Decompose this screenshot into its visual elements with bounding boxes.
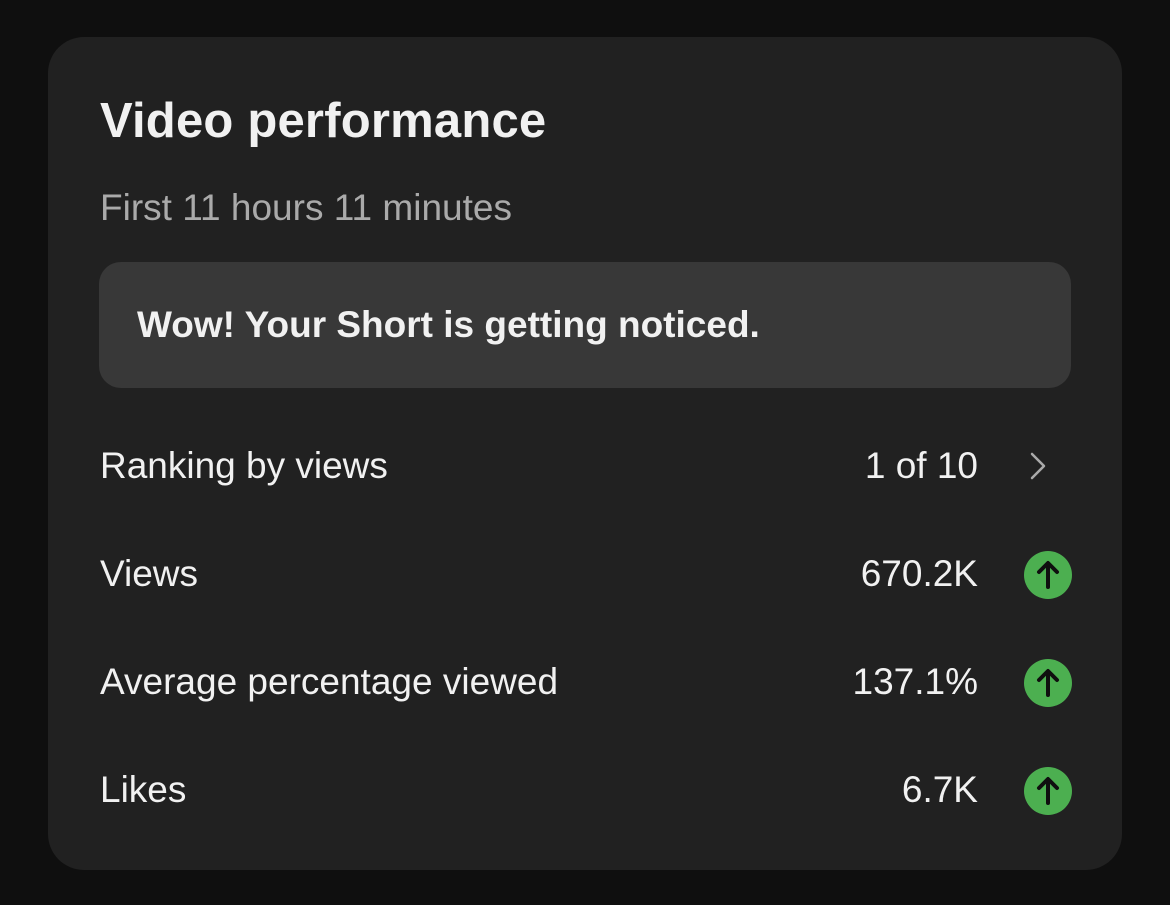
- video-performance-card: Video performance First 11 hours 11 minu…: [48, 37, 1122, 870]
- metric-row-likes: Likes 6.7K: [100, 761, 1072, 821]
- arrow-up-icon: [1024, 767, 1072, 815]
- metric-label: Likes: [100, 769, 187, 810]
- card-subtitle: First 11 hours 11 minutes: [100, 187, 512, 228]
- metric-label: Ranking by views: [100, 445, 388, 486]
- metric-value: 137.1%: [852, 661, 979, 702]
- metric-row-average-percentage-viewed: Average percentage viewed 137.1%: [100, 653, 1072, 713]
- card-title: Video performance: [100, 94, 547, 148]
- metric-label: Average percentage viewed: [100, 661, 559, 702]
- notice-banner-text: Wow! Your Short is getting noticed.: [137, 304, 760, 345]
- metric-label: Views: [100, 553, 199, 594]
- metric-value: 1 of 10: [864, 445, 978, 486]
- metric-row-ranking[interactable]: Ranking by views 1 of 10: [100, 437, 1070, 497]
- arrow-up-icon: [1024, 659, 1072, 707]
- chevron-right-icon[interactable]: [1022, 451, 1052, 481]
- metric-row-views: Views 670.2K: [100, 545, 1072, 605]
- metric-value: 6.7K: [901, 769, 978, 810]
- arrow-up-icon: [1024, 551, 1072, 599]
- notice-banner: Wow! Your Short is getting noticed.: [99, 262, 1071, 388]
- metric-value: 670.2K: [860, 553, 978, 594]
